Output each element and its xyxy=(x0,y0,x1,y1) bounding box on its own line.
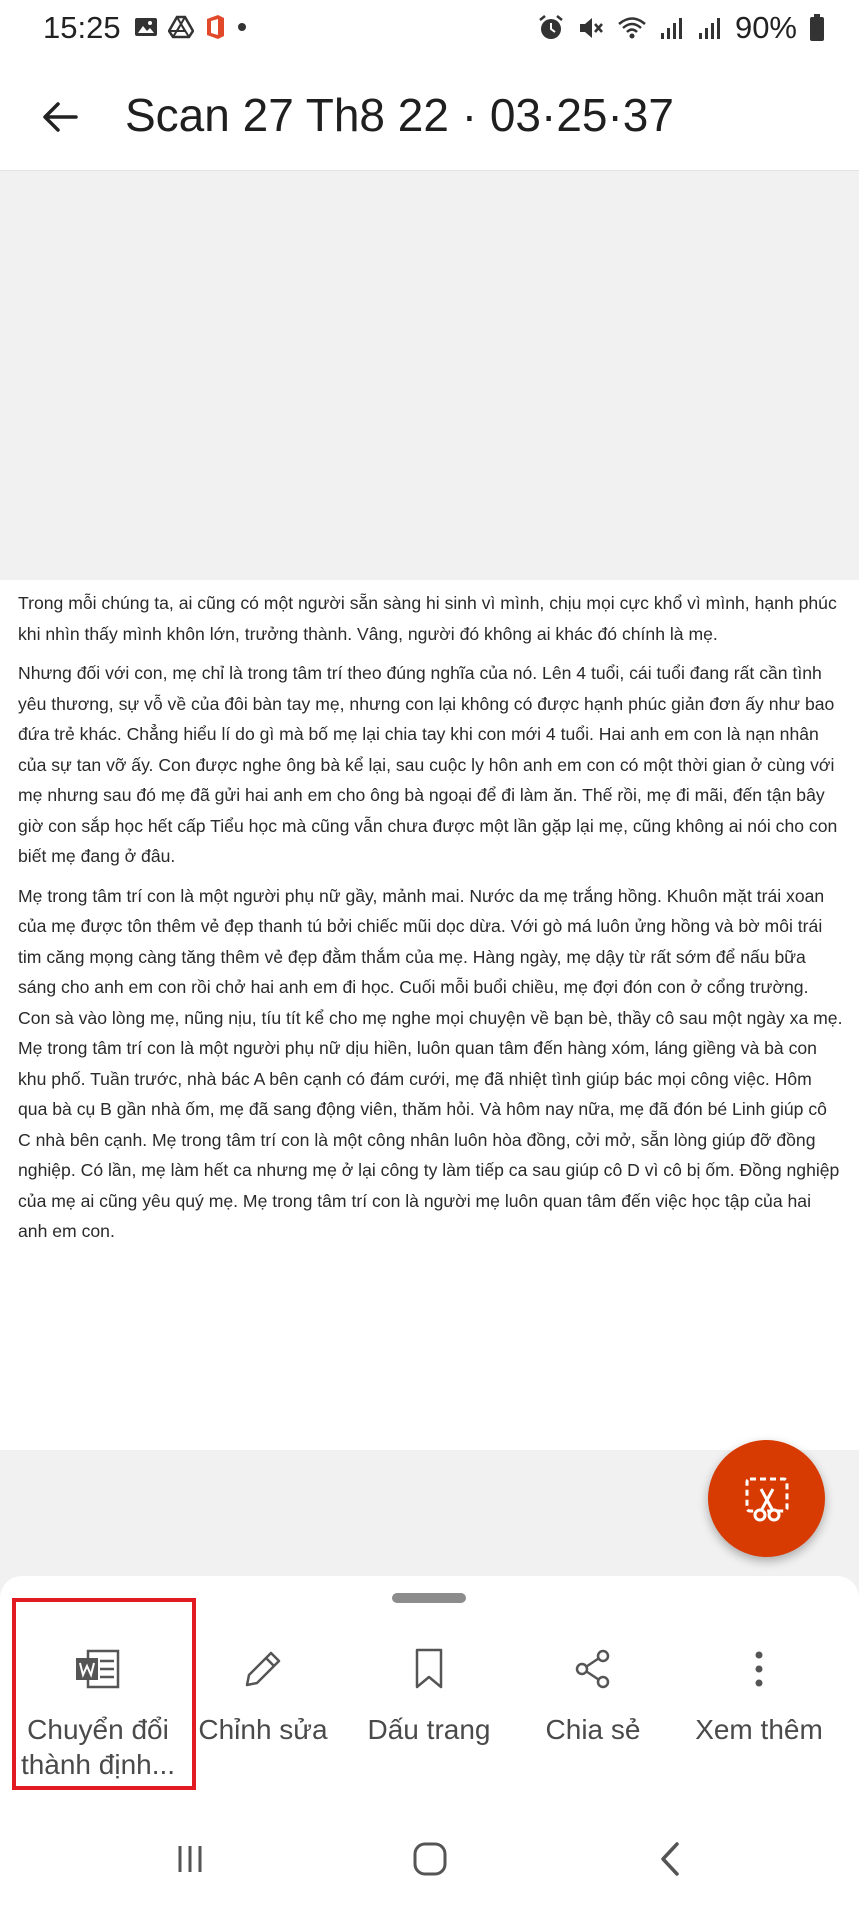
home-icon xyxy=(413,1842,447,1876)
paragraph-1: Trong mỗi chúng ta, ai cũng có một người… xyxy=(18,593,837,644)
office-icon xyxy=(207,15,224,39)
arrow-left-icon xyxy=(43,102,78,132)
status-right: 90% xyxy=(537,10,825,46)
more-button[interactable]: Xem thêm xyxy=(674,1626,844,1796)
bookmark-icon xyxy=(415,1648,443,1689)
crop-fab-button[interactable] xyxy=(708,1440,825,1557)
status-left-icons xyxy=(134,14,248,40)
drive-icon xyxy=(168,15,194,39)
battery-icon xyxy=(810,14,824,41)
app-bar: Scan 27 Th8 22 · 03·25·37 xyxy=(0,62,859,171)
back-button[interactable] xyxy=(30,87,90,147)
alarm-icon xyxy=(539,15,563,39)
more-label: Xem thêm xyxy=(695,1714,823,1745)
edit-button[interactable]: Chỉnh sửa xyxy=(178,1626,348,1796)
paragraph-2: Nhưng đối với con, mẹ chỉ là trong tâm t… xyxy=(18,663,838,866)
recent-apps-icon xyxy=(178,1846,202,1872)
system-nav-bar xyxy=(0,1806,859,1908)
share-label: Chia sẻ xyxy=(545,1714,641,1745)
highlight-outline xyxy=(12,1598,196,1790)
signal-icon xyxy=(698,18,720,39)
share-button[interactable]: Chia sẻ xyxy=(508,1626,678,1796)
dot-icon xyxy=(238,23,246,31)
crop-scissors-icon xyxy=(745,1477,788,1521)
signal-icon xyxy=(660,18,682,39)
more-vertical-icon xyxy=(755,1651,763,1687)
edit-label: Chỉnh sửa xyxy=(198,1714,328,1745)
drag-handle[interactable] xyxy=(392,1593,466,1603)
status-time: 15:25 xyxy=(43,10,121,45)
paragraph-3: Mẹ trong tâm trí con là một người phụ nữ… xyxy=(18,885,843,1242)
pencil-icon xyxy=(245,1651,281,1687)
mute-icon xyxy=(579,18,603,38)
back-icon xyxy=(661,1842,679,1876)
share-icon xyxy=(575,1649,610,1689)
home-button[interactable] xyxy=(400,1834,460,1884)
battery-percent: 90% xyxy=(734,10,797,45)
system-back-button[interactable] xyxy=(640,1834,700,1884)
recent-apps-button[interactable] xyxy=(160,1834,220,1884)
scanned-page: Trong mỗi chúng ta, ai cũng có một người… xyxy=(0,580,859,1450)
page-text: Trong mỗi chúng ta, ai cũng có một người… xyxy=(18,588,844,1256)
status-bar: 15:25 90% xyxy=(0,0,859,62)
image-icon xyxy=(135,18,157,36)
page-title: Scan 27 Th8 22 · 03·25·37 xyxy=(125,89,674,141)
bookmark-label: Dấu trang xyxy=(367,1714,491,1745)
wifi-icon xyxy=(618,17,646,39)
document-viewer[interactable]: Trong mỗi chúng ta, ai cũng có một người… xyxy=(0,171,859,1576)
bookmark-button[interactable]: Dấu trang xyxy=(344,1626,514,1796)
